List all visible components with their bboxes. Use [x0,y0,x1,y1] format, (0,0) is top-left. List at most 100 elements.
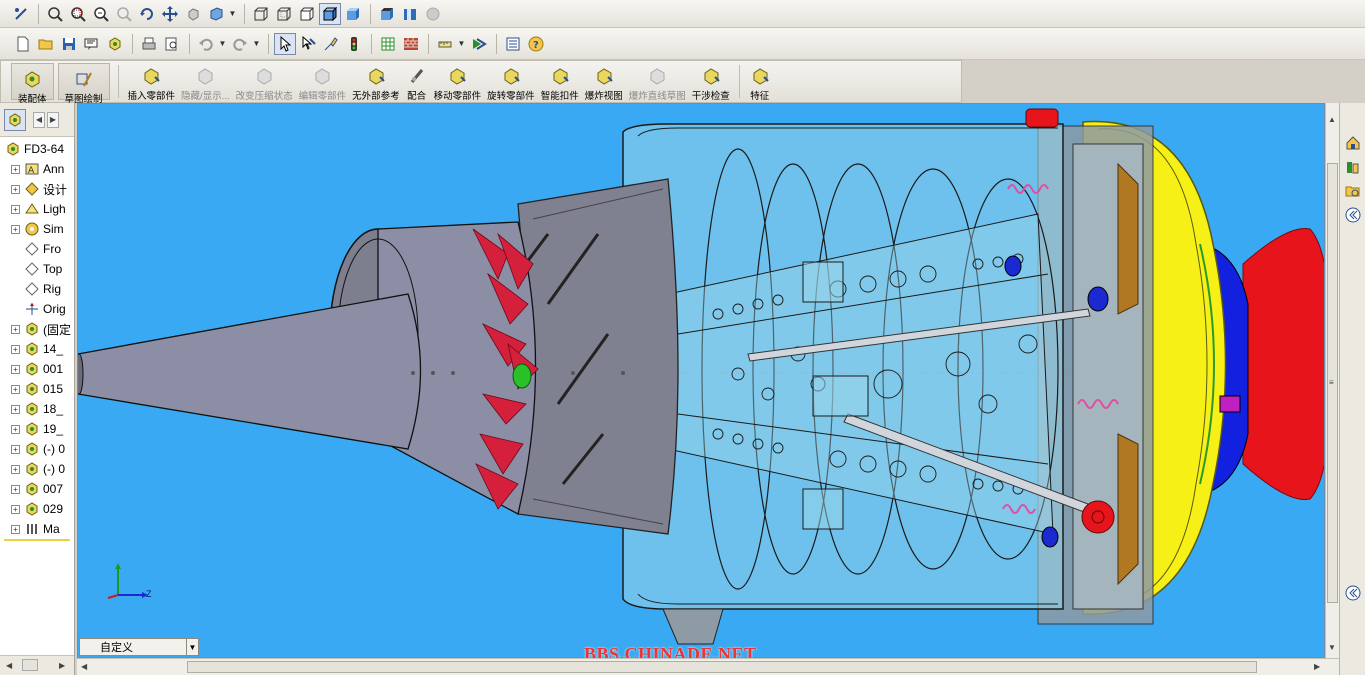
tree-item[interactable]: + A Ann [0,159,74,179]
graphics-area[interactable] [77,103,1325,658]
expand-icon[interactable]: + [11,224,20,234]
cmd-explode-line-sketch[interactable]: 爆炸直线草图 [629,61,686,102]
tree-item[interactable]: +001 [0,359,74,379]
cmd-mate[interactable]: 配合 [406,61,428,102]
customize-icon[interactable] [502,33,524,55]
undo-icon[interactable] [195,33,217,55]
cmd-edit-component[interactable]: 编辑零部件 [299,61,346,102]
expand-icon[interactable]: + [11,524,20,534]
select-icon[interactable] [274,32,296,55]
expand-icon[interactable]: + [11,424,20,434]
hidden-lines-removed-icon[interactable] [296,3,318,25]
expand-icon[interactable]: + [11,444,20,454]
zoom-area-icon[interactable] [67,3,89,25]
tree-item[interactable]: + Sim [0,219,74,239]
wireframe-icon[interactable] [250,3,272,25]
tree-item[interactable]: + Ligh [0,199,74,219]
shaded-icon[interactable] [342,3,364,25]
wall-icon[interactable] [400,33,422,55]
tree-hscroll-left-icon[interactable]: ◀ [6,661,12,670]
tree-item[interactable]: + (-) 0 [0,459,74,479]
zoom-in-out-icon[interactable] [90,3,112,25]
tree-item[interactable]: +029 [0,499,74,519]
hidden-lines-visible-icon[interactable] [273,3,295,25]
cmd-interference-check[interactable]: 干涉检查 [692,61,730,102]
open-icon[interactable] [35,33,57,55]
expand-icon[interactable]: + [11,164,20,174]
tree-scroll-right-icon[interactable]: ▶ [47,111,59,128]
tree-item[interactable]: Fro [0,239,74,259]
cmd-insert-component[interactable]: 插入零部件 [128,61,175,102]
engine-model[interactable] [78,104,1325,658]
vertical-scrollbar[interactable]: ▲ ≡ ▼ [1325,103,1339,658]
expand-icon[interactable]: + [11,484,20,494]
tree-hscroll-right-icon[interactable]: ▶ [59,661,65,670]
tree-item[interactable]: + (固定 [0,319,74,339]
chevron-down-icon[interactable]: ▼ [457,33,466,55]
chevron-down-icon[interactable]: ▼ [252,33,261,55]
expand-icon[interactable]: + [11,184,20,194]
expand-icon[interactable]: + [11,344,20,354]
grid-icon[interactable] [377,33,399,55]
sketch-select-icon[interactable] [10,3,32,25]
file-explorer-icon[interactable] [1343,181,1363,201]
rotate-icon[interactable] [136,3,158,25]
select-other-icon[interactable] [297,33,319,55]
horizontal-scrollbar[interactable]: ◀ ▶ [77,658,1339,675]
options-icon[interactable] [104,33,126,55]
expand-icon[interactable]: + [11,404,20,414]
tree-item[interactable]: + 设计 [0,179,74,199]
cmd-sketch[interactable]: 草图绘制 [57,63,110,105]
tree-item[interactable]: + (-) 0 [0,439,74,459]
shaded-with-edges-icon[interactable] [319,2,341,25]
cmd-exploded-view[interactable]: 爆炸视图 [585,61,623,102]
tree-hscroll-thumb[interactable] [22,659,38,671]
cmd-rotate-component[interactable]: 旋转零部件 [487,61,535,102]
cmd-assembly[interactable]: 装配体 [11,63,54,105]
chevron-down-icon[interactable]: ▼ [228,3,237,25]
section-view-icon[interactable] [376,3,398,25]
help-icon[interactable]: ? [525,33,547,55]
scroll-left-icon[interactable]: ◀ [81,662,87,671]
zoom-selection-icon[interactable] [113,3,135,25]
cmd-suppress[interactable]: 改变压缩状态 [236,61,293,102]
tree-item[interactable]: FD3-64 [0,139,74,159]
view-orientation-icon[interactable] [205,3,227,25]
print-preview-icon[interactable] [81,33,103,55]
cmd-no-external-refs[interactable]: 无外部参考 [352,61,400,102]
expand-icon[interactable]: + [11,324,20,334]
chevron-down-icon[interactable]: ▼ [218,33,227,55]
expand-icon[interactable]: + [11,204,20,214]
pan-icon[interactable] [159,3,181,25]
tree-item[interactable]: +015 [0,379,74,399]
new-icon[interactable] [12,33,34,55]
expand-icon[interactable]: + [11,364,20,374]
measure-icon[interactable] [434,33,456,55]
cmd-smart-fasteners[interactable]: 智能扣件 [541,61,579,102]
tree-item[interactable]: Top [0,259,74,279]
scroll-up-icon[interactable]: ▲ [1328,115,1336,124]
traffic-light-icon[interactable] [343,33,365,55]
tree-item[interactable]: +007 [0,479,74,499]
cmd-hide-show[interactable]: 隐藏/显示... [181,61,230,102]
collapse-pane-icon[interactable] [1343,205,1363,225]
3d-view-icon[interactable] [182,3,204,25]
tree-item[interactable]: Rig [0,279,74,299]
collapse-bottom-icon[interactable] [1343,583,1363,603]
home-icon[interactable] [1343,133,1363,153]
expand-icon[interactable]: + [11,464,20,474]
tree-item[interactable]: +18_ [0,399,74,419]
tree-item[interactable]: +19_ [0,419,74,439]
zoom-fit-icon[interactable] [44,3,66,25]
tree-item[interactable]: Orig [0,299,74,319]
configuration-selector[interactable]: 自定义 ▼ [79,638,199,656]
expand-icon[interactable]: + [11,384,20,394]
expand-icon[interactable]: + [11,504,20,514]
redo-icon[interactable] [229,33,251,55]
tree-item[interactable]: +14_ [0,339,74,359]
realview-icon[interactable] [399,3,421,25]
rebuild-icon[interactable] [320,33,342,55]
cmd-features[interactable]: 特征 [749,61,771,102]
chevron-down-icon[interactable]: ▼ [186,639,198,655]
tree-scroll-left-icon[interactable]: ◀ [33,111,45,128]
